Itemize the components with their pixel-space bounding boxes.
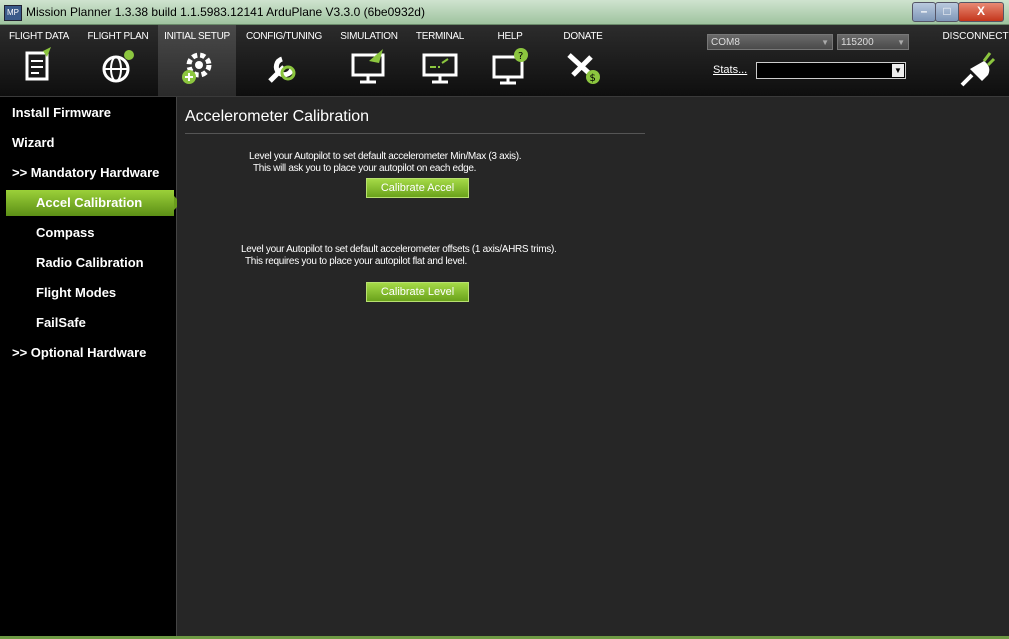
menu-label: CONFIG/TUNING xyxy=(245,31,323,42)
menu-simulation[interactable]: SIMULATION xyxy=(332,25,406,96)
menu-label: FLIGHT PLAN xyxy=(87,31,149,42)
menu-label: HELP xyxy=(497,31,523,42)
app-icon: MP xyxy=(4,5,22,21)
svg-text:?: ? xyxy=(518,51,523,62)
sidebar-item-flight-modes[interactable]: Flight Modes xyxy=(0,280,176,306)
sidebar-item-mandatory-hardware[interactable]: >> Mandatory Hardware xyxy=(0,160,176,186)
menu-donate[interactable]: DONATE $ xyxy=(548,25,618,96)
chevron-down-icon: ▼ xyxy=(897,38,905,47)
main-menu-bar: FLIGHT DATA FLIGHT PLAN INITIAL SETUP CO… xyxy=(0,25,1009,97)
baud-rate-select[interactable]: 115200 ▼ xyxy=(837,34,909,50)
page-title: Accelerometer Calibration xyxy=(185,108,370,125)
baud-rate-value: 115200 xyxy=(841,37,874,48)
menu-flight-plan[interactable]: FLIGHT PLAN xyxy=(80,25,156,96)
menu-label: TERMINAL xyxy=(415,31,465,42)
help-icon: ? xyxy=(492,48,528,85)
disconnect-button[interactable]: DISCONNECT xyxy=(942,25,1009,96)
setup-sidebar: Install Firmware Wizard >> Mandatory Har… xyxy=(0,97,181,636)
initial-setup-icon xyxy=(182,52,212,84)
svg-text:$: $ xyxy=(590,73,596,84)
menu-flight-data[interactable]: FLIGHT DATA xyxy=(0,25,78,96)
chevron-down-icon: ▼ xyxy=(821,38,829,47)
main-panel: Accelerometer Calibration Level your Aut… xyxy=(177,97,1009,636)
calibrate-level-button[interactable]: Calibrate Level xyxy=(366,282,469,302)
title-bar: MP Mission Planner 1.3.38 build 1.1.5983… xyxy=(0,0,1009,25)
donate-icon: $ xyxy=(567,53,600,84)
config-tuning-icon xyxy=(268,56,296,83)
close-button[interactable]: X xyxy=(958,2,1004,22)
accel-instructions-1: Level your Autopilot to set default acce… xyxy=(249,151,522,162)
maximize-button[interactable]: □ xyxy=(935,2,959,22)
stats-link[interactable]: Stats... xyxy=(713,64,747,76)
menu-help[interactable]: HELP ? xyxy=(474,25,546,96)
plug-icon xyxy=(960,52,996,87)
minimize-button[interactable]: – xyxy=(912,2,936,22)
accel-instructions-2: This will ask you to place your autopilo… xyxy=(253,163,477,174)
com-port-value: COM8 xyxy=(711,37,740,48)
menu-label: INITIAL SETUP xyxy=(164,31,230,42)
com-port-select[interactable]: COM8 ▼ xyxy=(707,34,833,50)
menu-label: FLIGHT DATA xyxy=(8,31,70,42)
menu-terminal[interactable]: TERMINAL xyxy=(408,25,472,96)
menu-initial-setup[interactable]: INITIAL SETUP xyxy=(158,25,236,96)
sidebar-item-optional-hardware[interactable]: >> Optional Hardware xyxy=(0,340,176,366)
sidebar-item-accel-calibration[interactable]: Accel Calibration xyxy=(6,190,181,216)
chevron-down-icon: ▼ xyxy=(892,64,904,77)
window-title: Mission Planner 1.3.38 build 1.1.5983.12… xyxy=(26,5,425,19)
menu-label: SIMULATION xyxy=(340,31,398,42)
flight-plan-icon xyxy=(102,50,134,83)
flight-data-icon xyxy=(25,47,51,81)
simulation-icon xyxy=(351,49,385,84)
stats-select[interactable]: ▼ xyxy=(756,62,906,79)
sidebar-item-compass[interactable]: Compass xyxy=(0,220,176,246)
menu-config-tuning[interactable]: CONFIG/TUNING xyxy=(238,25,330,96)
level-instructions-1: Level your Autopilot to set default acce… xyxy=(241,244,557,255)
menu-label: DONATE xyxy=(563,31,603,42)
sidebar-item-install-firmware[interactable]: Install Firmware xyxy=(0,100,176,126)
sidebar-item-failsafe[interactable]: FailSafe xyxy=(0,310,176,336)
disconnect-label: DISCONNECT xyxy=(942,31,1009,42)
title-divider xyxy=(185,133,645,134)
sidebar-item-radio-calibration[interactable]: Radio Calibration xyxy=(0,250,176,276)
level-instructions-2: This requires you to place your autopilo… xyxy=(245,256,467,267)
calibrate-accel-button[interactable]: Calibrate Accel xyxy=(366,178,469,198)
terminal-icon xyxy=(422,53,458,84)
sidebar-item-wizard[interactable]: Wizard xyxy=(0,130,176,156)
